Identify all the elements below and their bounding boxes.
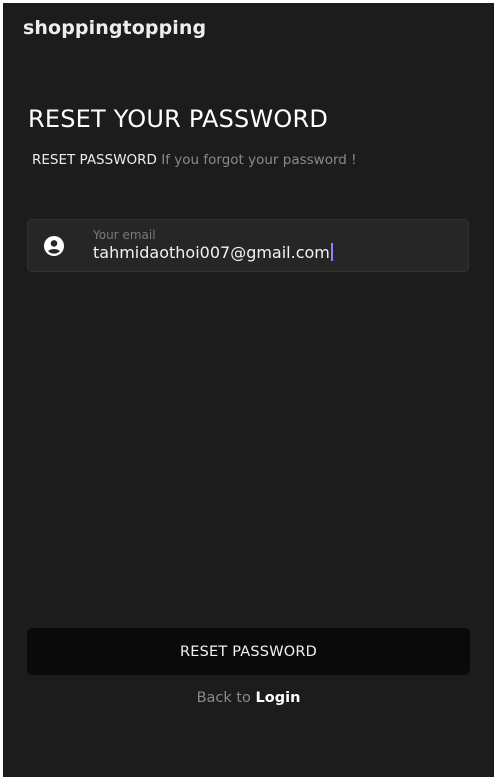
back-to-prefix: Back to — [196, 690, 251, 706]
app-title: shoppingtopping — [23, 17, 207, 39]
page-subtitle: RESET PASSWORD If you forgot your passwo… — [32, 152, 357, 168]
reset-password-button[interactable]: RESET PASSWORD — [27, 628, 470, 675]
email-field[interactable]: Your email tahmidaothoi007@gmail.com — [27, 219, 469, 272]
login-link[interactable]: Login — [256, 690, 301, 706]
email-input-value: tahmidaothoi007@gmail.com — [93, 243, 330, 262]
page-heading: RESET YOUR PASSWORD — [28, 105, 329, 133]
email-field-label: Your email — [93, 228, 156, 242]
text-caret — [330, 243, 333, 261]
subtitle-strong: RESET PASSWORD — [32, 152, 157, 168]
email-input[interactable]: tahmidaothoi007@gmail.com — [93, 243, 333, 262]
back-to-login-row: Back to Login — [3, 690, 494, 706]
subtitle-muted: If you forgot your password ! — [161, 152, 357, 168]
reset-password-screen: shoppingtopping RESET YOUR PASSWORD RESE… — [3, 3, 494, 777]
account-circle-icon — [44, 236, 64, 256]
